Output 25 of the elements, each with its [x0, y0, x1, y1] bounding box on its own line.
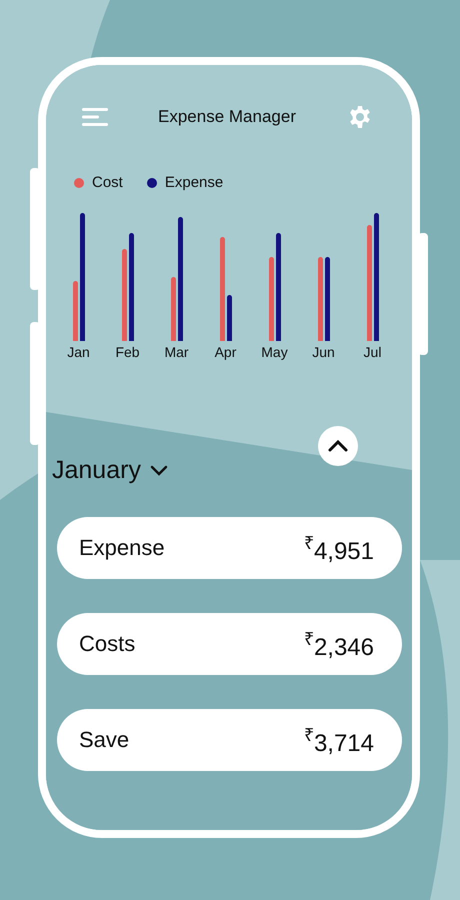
legend-label: Cost: [92, 174, 123, 191]
summary-amount: $^{₹}$2,346: [304, 628, 374, 662]
summary-amount: $^{₹}$3,714: [304, 724, 374, 758]
summary-label: Save: [79, 727, 130, 753]
legend-label: Expense: [164, 174, 224, 191]
month-label: Mar: [164, 344, 189, 360]
menu-icon[interactable]: [82, 108, 108, 126]
month-label: Jan: [67, 344, 90, 360]
settings-icon[interactable]: [348, 105, 372, 129]
month-label: Feb: [115, 344, 140, 360]
summary-label: Costs: [79, 631, 136, 657]
month-label: Jun: [312, 344, 335, 360]
cost-bar: [170, 277, 176, 341]
summary-amount: $^{₹}$4,951: [304, 532, 374, 566]
app-title: Expense Manager: [158, 107, 296, 127]
chevron-down-icon: [148, 464, 169, 476]
month-label: May: [261, 344, 288, 360]
month-dropdown[interactable]: January: [52, 456, 169, 485]
expense-bar: [226, 295, 232, 341]
collapse-button[interactable]: [318, 426, 358, 466]
summary-label: Expense: [79, 535, 165, 561]
cost-bar: [72, 281, 78, 341]
month-label: Apr: [214, 344, 236, 360]
month-label: Jul: [364, 344, 382, 360]
chevron-up-icon: [327, 439, 349, 453]
